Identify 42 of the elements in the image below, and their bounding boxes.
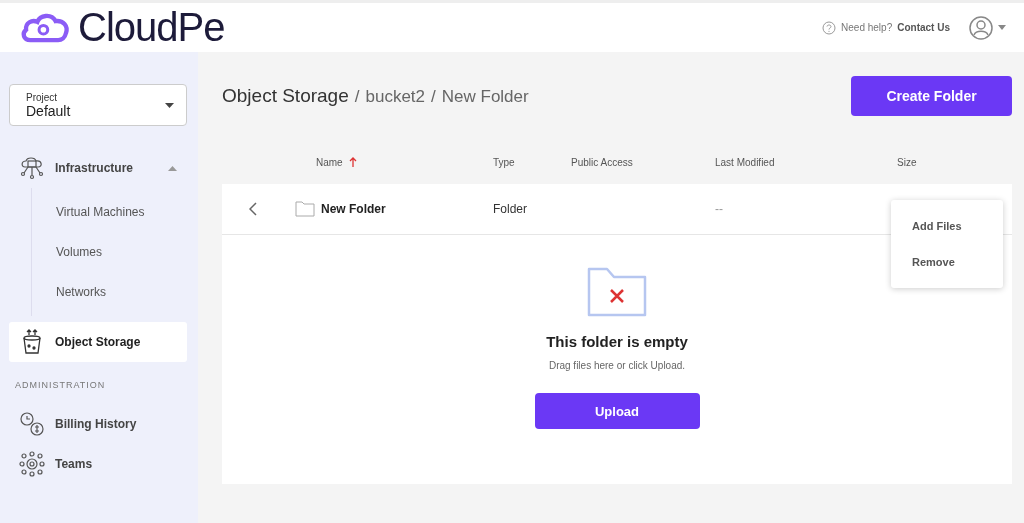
- help-icon: [822, 20, 837, 35]
- breadcrumb-item[interactable]: New Folder: [441, 87, 529, 107]
- column-header[interactable]: Name: [316, 156, 343, 168]
- breadcrumb-separator: /: [431, 87, 436, 107]
- section-label: ADMINISTRATION: [15, 380, 107, 390]
- back-chevron-icon[interactable]: [249, 202, 257, 216]
- upload-button[interactable]: Upload: [534, 393, 700, 429]
- caret-icon: [165, 102, 174, 108]
- collapse-caret-icon[interactable]: [168, 165, 177, 171]
- column-header[interactable]: Public Access: [571, 156, 633, 168]
- menu-item[interactable]: Add Files: [891, 208, 1003, 244]
- caret-icon[interactable]: [998, 25, 1006, 30]
- user-avatar-icon[interactable]: [969, 15, 993, 40]
- project-select[interactable]: Project Default: [9, 84, 187, 126]
- nav-item[interactable]: Teams: [9, 444, 187, 484]
- nav-item[interactable]: Object Storage: [9, 322, 187, 362]
- nav-icon: [19, 411, 45, 437]
- column-header[interactable]: Size: [897, 156, 917, 168]
- folder-icon: [295, 201, 315, 217]
- logo-text: CloudPe: [78, 5, 225, 50]
- nav-subitem[interactable]: Volumes: [56, 232, 187, 272]
- help-text: Need help?: [841, 22, 893, 33]
- menu-item[interactable]: Remove: [891, 244, 1003, 280]
- table-cell: Folder: [493, 202, 527, 216]
- nav-icon: [19, 451, 45, 477]
- nav-subitem[interactable]: Networks: [56, 272, 187, 312]
- nav-item[interactable]: Billing History: [9, 404, 187, 444]
- breadcrumb-separator: /: [354, 87, 360, 107]
- nav-subitem[interactable]: Virtual Machines: [56, 192, 187, 232]
- breadcrumb-item[interactable]: Object Storage: [222, 85, 349, 107]
- column-header[interactable]: Type: [493, 156, 515, 168]
- empty-hint: Drag files here or click Upload.: [548, 360, 686, 371]
- nav-icon: [19, 155, 45, 181]
- table-cell: --: [715, 202, 723, 216]
- nav-item[interactable]: Infrastructure: [9, 148, 187, 188]
- breadcrumb-item[interactable]: bucket2: [365, 87, 426, 107]
- contact-link[interactable]: Contact Us: [897, 22, 950, 33]
- empty-title: This folder is empty: [546, 333, 688, 350]
- column-header[interactable]: Last Modified: [715, 156, 775, 168]
- empty-folder-icon: [587, 267, 647, 317]
- create-folder-button[interactable]: Create Folder: [851, 76, 1012, 116]
- folder-name[interactable]: New Folder: [321, 202, 386, 216]
